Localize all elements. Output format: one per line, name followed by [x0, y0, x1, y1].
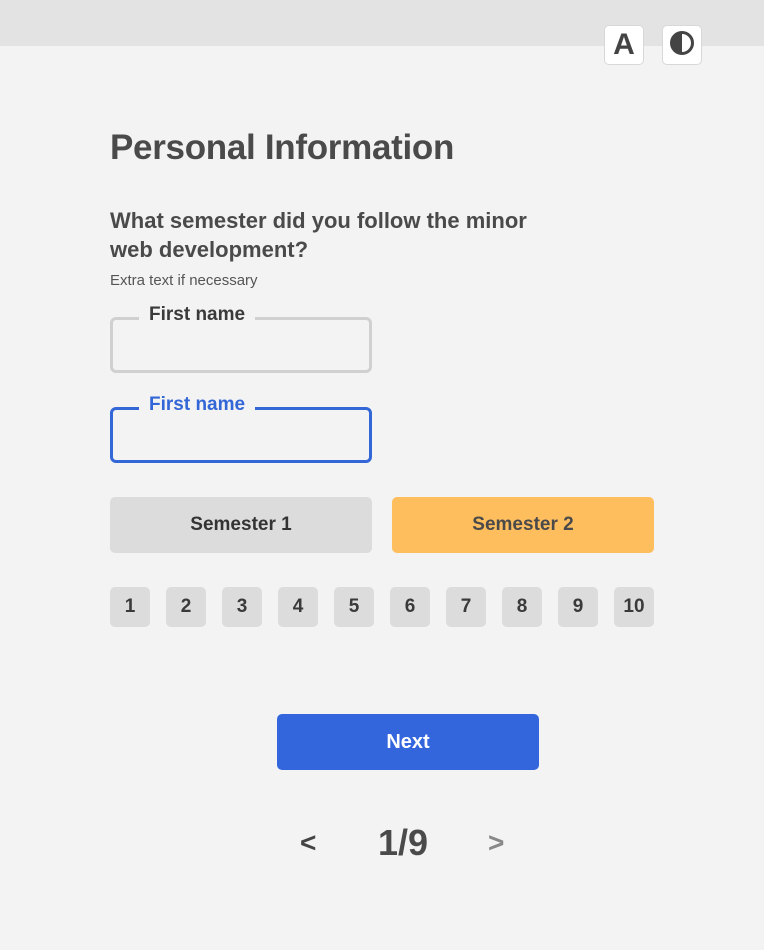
helper-text: Extra text if necessary — [110, 272, 258, 289]
number-button-2[interactable]: 2 — [166, 587, 206, 627]
number-button-6[interactable]: 6 — [390, 587, 430, 627]
contrast-button[interactable] — [662, 25, 702, 65]
number-button-4[interactable]: 4 — [278, 587, 318, 627]
first-name-label: First name — [139, 303, 256, 327]
page-title: Personal Information — [110, 128, 455, 167]
number-button-10[interactable]: 10 — [614, 587, 654, 627]
number-button-1[interactable]: 1 — [110, 587, 150, 627]
number-button-5[interactable]: 5 — [334, 587, 374, 627]
font-size-icon: A — [613, 28, 635, 61]
top-bar — [0, 0, 764, 46]
first-name-field[interactable]: First name — [110, 303, 372, 373]
first-name-label-focused: First name — [139, 393, 256, 417]
first-name-input-focused[interactable] — [123, 422, 363, 450]
next-button[interactable]: Next — [277, 714, 539, 770]
number-button-7[interactable]: 7 — [446, 587, 486, 627]
number-selector: 1 2 3 4 5 6 7 8 9 10 — [110, 587, 654, 627]
first-name-field-focused[interactable]: First name — [110, 393, 372, 463]
semester-2-button[interactable]: Semester 2 — [392, 497, 654, 553]
number-button-3[interactable]: 3 — [222, 587, 262, 627]
number-button-9[interactable]: 9 — [558, 587, 598, 627]
question-text: What semester did you follow the minor w… — [110, 208, 527, 262]
contrast-icon — [669, 30, 695, 61]
font-size-button[interactable]: A — [604, 25, 644, 65]
semester-1-button[interactable]: Semester 1 — [110, 497, 372, 553]
previous-page-button[interactable]: < — [300, 827, 316, 859]
first-name-input[interactable] — [123, 332, 363, 360]
next-page-button[interactable]: > — [488, 827, 504, 859]
page-counter: 1/9 — [378, 822, 429, 863]
number-button-8[interactable]: 8 — [502, 587, 542, 627]
